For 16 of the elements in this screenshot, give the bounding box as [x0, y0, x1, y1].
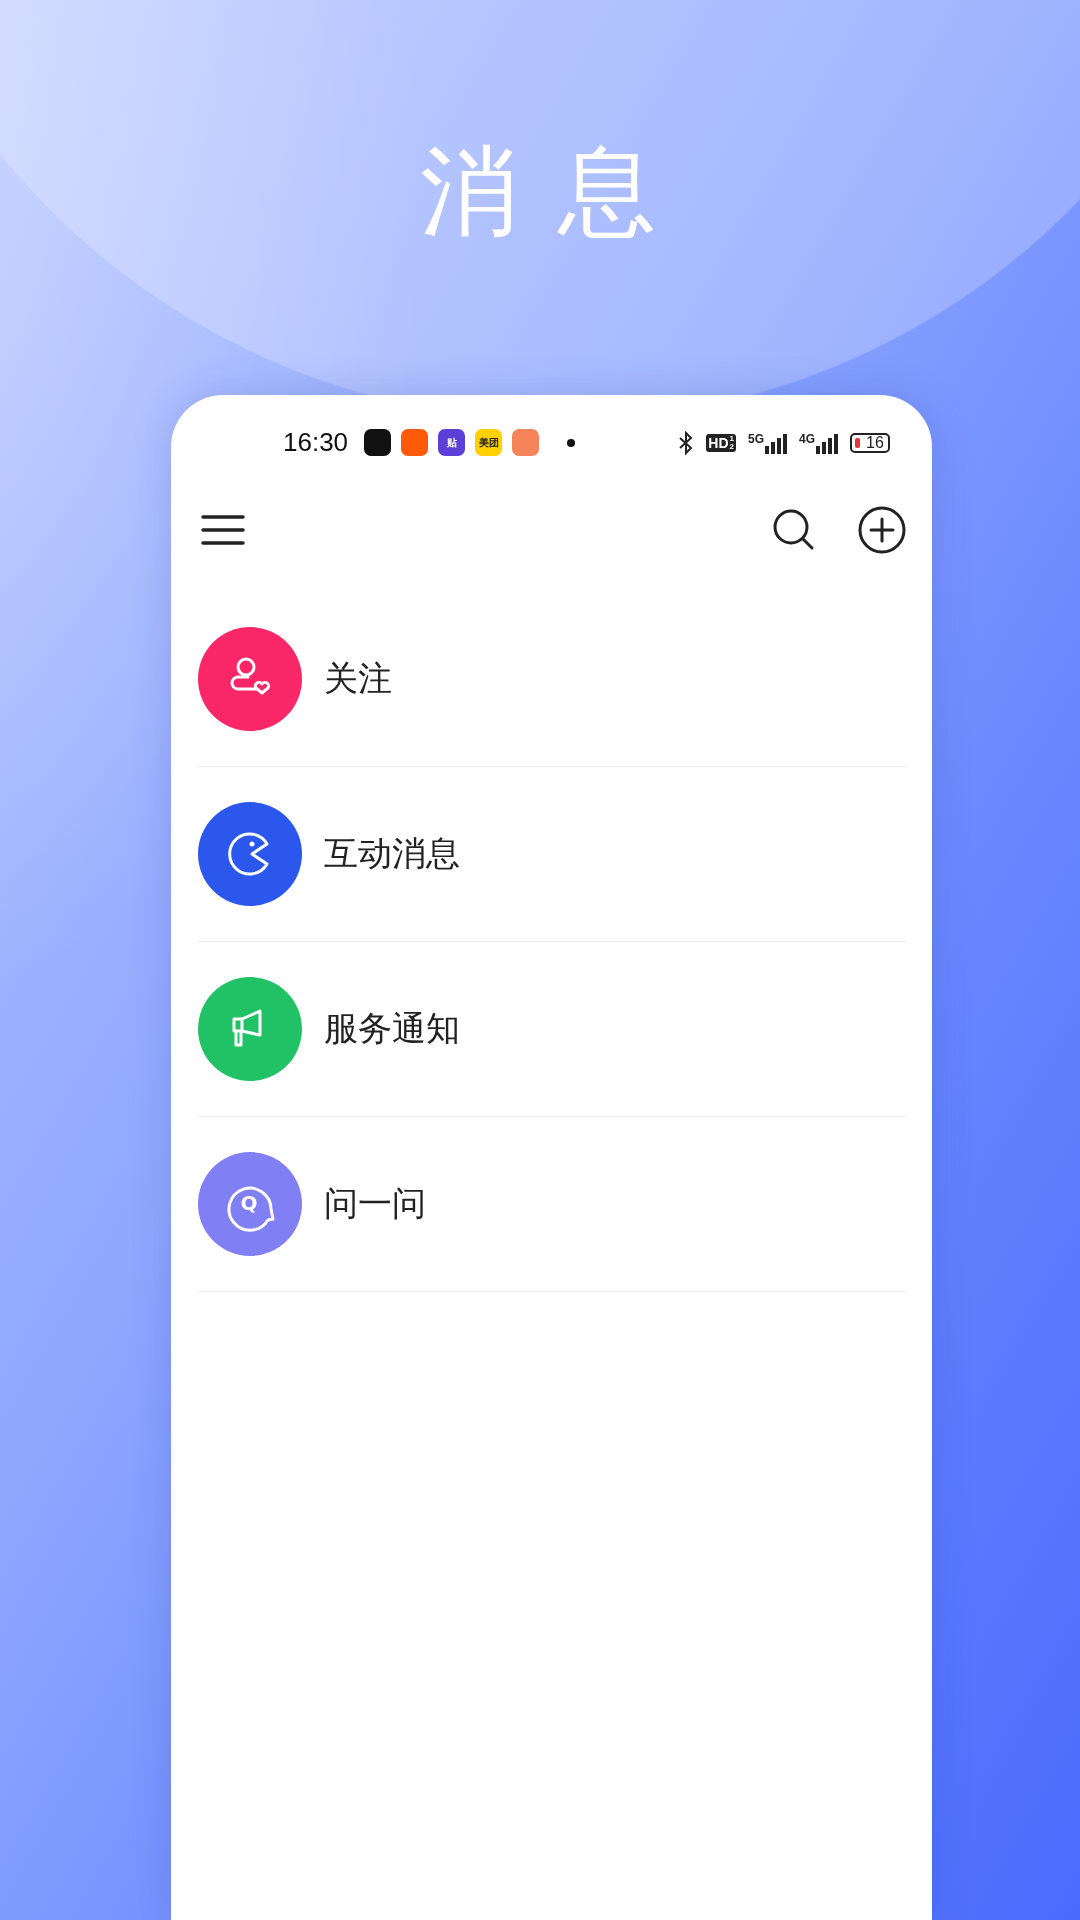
app-notification-icon: 贴 — [438, 429, 466, 456]
category-label[interactable]: 服务通知 — [324, 1006, 460, 1052]
more-notifications-dot — [567, 438, 576, 447]
category-label[interactable]: 关注 — [324, 656, 392, 702]
bluetooth-icon — [678, 430, 695, 455]
page-title: 消 息 — [420, 132, 660, 250]
app-notification-icon: 美团 — [475, 429, 503, 456]
signal-indicator: 4G — [799, 431, 838, 454]
signal-indicator: 5G — [747, 431, 787, 454]
add-button[interactable] — [858, 506, 906, 554]
menu-button[interactable] — [201, 514, 245, 546]
category-label[interactable]: 问一问 — [324, 1181, 426, 1227]
category-label[interactable]: 互动消息 — [324, 831, 460, 877]
search-button[interactable] — [772, 508, 816, 552]
battery-indicator: 16 — [850, 432, 890, 453]
status-time: 16:30 — [283, 427, 349, 458]
